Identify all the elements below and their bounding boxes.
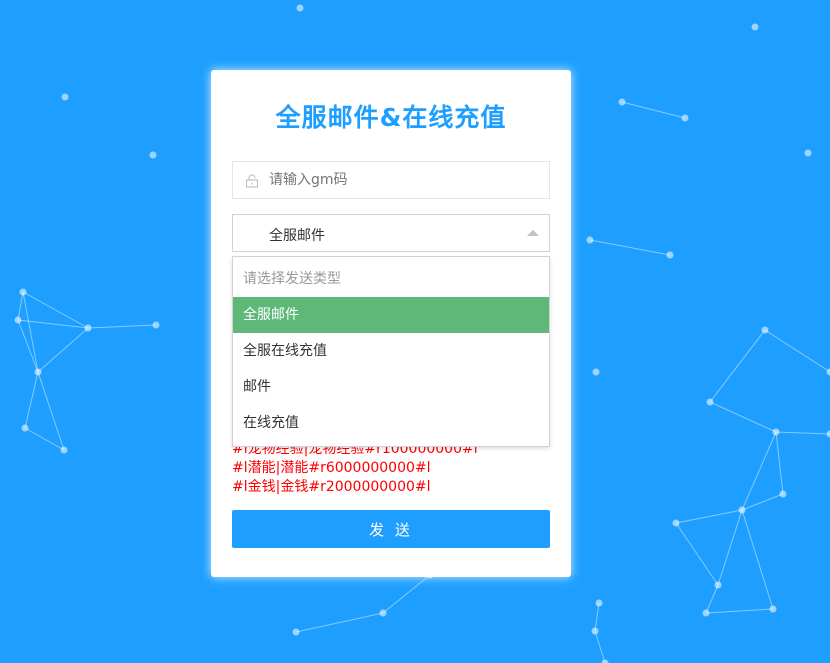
hint-line: #l金钱|金钱#r2000000000#l [232,479,431,495]
network-node [804,149,812,157]
network-node [591,627,599,635]
network-link [87,324,157,329]
form-card: 全服邮件&在线充值 全服邮件 请选择发送类型 全服邮件 全服在线充值 邮件 在线… [211,70,571,577]
send-type-dropdown: 请选择发送类型 全服邮件 全服在线充值 邮件 在线充值 [232,256,550,447]
network-node [379,609,387,617]
network-node [779,490,787,498]
gm-code-input[interactable] [269,162,539,198]
network-link [594,630,606,663]
network-link [589,239,671,256]
network-link [709,401,777,433]
network-node [601,659,609,663]
option-server-mail[interactable]: 全服邮件 [233,297,549,333]
network-link [775,431,784,495]
network-node [595,599,603,607]
lock-icon [245,173,259,192]
network-link [594,602,600,632]
network-link [22,291,89,329]
send-type-selected: 全服邮件 [269,228,325,244]
network-node [681,114,689,122]
network-node [769,605,777,613]
gm-code-field[interactable] [232,161,550,199]
network-link [24,371,39,429]
network-link [705,608,774,614]
network-link [382,574,431,614]
send-type-select[interactable]: 全服邮件 [232,214,550,252]
option-placeholder[interactable]: 请选择发送类型 [233,261,549,297]
hint-lines: #l宠物经验|宠物经验#r100000000#l #l潜能|潜能#r600000… [232,440,562,497]
network-node [296,4,304,12]
network-node [714,581,722,589]
caret-up-icon[interactable] [527,230,539,236]
send-button[interactable]: 发 送 [232,510,550,548]
network-node [592,368,600,376]
network-node [14,316,22,324]
network-link [705,584,719,614]
network-node [826,430,830,438]
network-node [19,288,27,296]
network-link [675,522,719,586]
hint-line: #l潜能|潜能#r6000000000#l [232,460,431,476]
network-node [586,236,594,244]
network-link [775,431,830,435]
network-node [149,151,157,159]
option-server-recharge[interactable]: 全服在线充值 [233,333,549,369]
network-node [60,446,68,454]
network-link [22,291,39,373]
network-node [21,424,29,432]
network-node [84,324,92,332]
network-link [717,509,743,586]
network-node [706,398,714,406]
network-node [666,251,674,259]
network-link [37,327,89,373]
network-node [772,428,780,436]
network-node [751,23,759,31]
network-link [295,612,384,633]
network-node [672,519,680,527]
page-title: 全服邮件&在线充值 [275,103,507,132]
network-link [709,329,766,403]
network-link [17,291,24,321]
network-node [34,368,42,376]
network-link [741,509,774,610]
network-node [61,93,69,101]
network-node [152,321,160,329]
network-link [17,319,39,373]
network-node [761,326,769,334]
network-link [621,101,686,119]
option-recharge[interactable]: 在线充值 [233,405,549,441]
network-node [702,609,710,617]
option-mail[interactable]: 邮件 [233,369,549,405]
network-node [618,98,626,106]
network-node [292,628,300,636]
network-link [675,509,743,524]
network-node [738,506,746,514]
network-link [37,371,65,451]
network-link [764,329,830,373]
